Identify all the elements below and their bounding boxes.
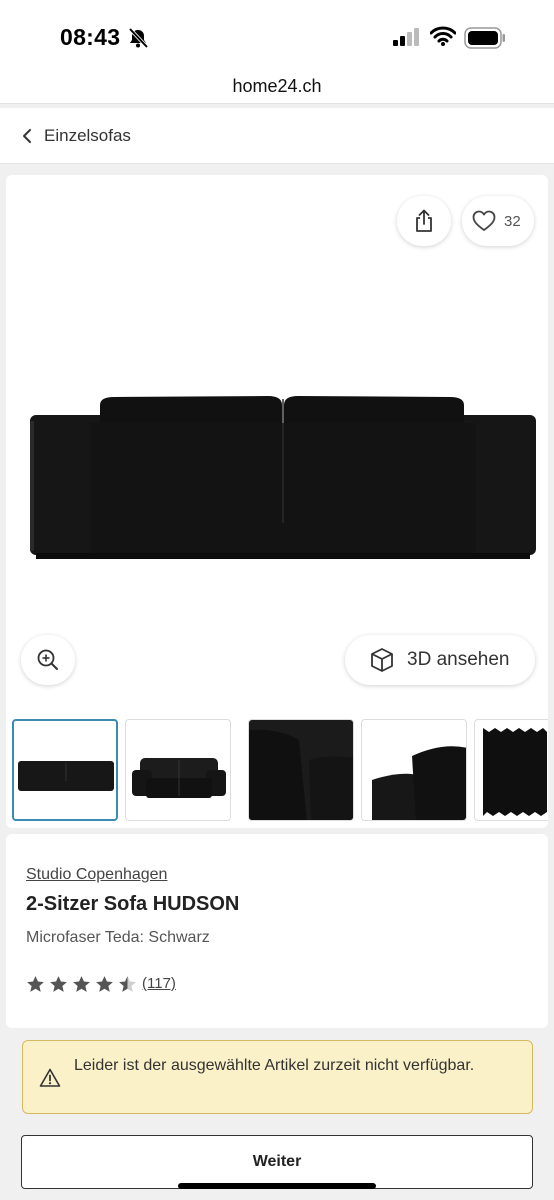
view-3d-button[interactable]: 3D ansehen [345,635,535,685]
breadcrumb-label: Einzelsofas [44,126,131,145]
brand-link[interactable]: Studio Copenhagen [26,866,167,884]
thumbnail-3[interactable] [248,719,354,821]
thumbnail-5[interactable] [474,719,548,821]
thumbnail-4[interactable] [361,719,467,821]
wifi-icon [430,26,456,46]
product-title: 2-Sitzer Sofa HUDSON [26,893,240,915]
browser-url-bar[interactable]: home24.ch [0,70,554,104]
next-button[interactable]: Weiter [21,1135,533,1189]
star-half-icon [119,976,136,992]
heart-icon [472,210,496,231]
alert-text: Leider ist der ausgewählte Artikel zurze… [74,1057,475,1074]
home-indicator [178,1183,376,1189]
cellular-signal-icon [393,28,419,46]
share-icon [416,209,432,232]
bell-slash-icon [128,27,149,49]
warning-icon [39,1068,61,1087]
next-button-label: Weiter [252,1153,302,1170]
zoom-in-icon [37,649,58,670]
status-bar: 08:43 [0,0,554,70]
thumbnail-strip [12,719,548,825]
zoom-button[interactable] [21,635,75,685]
cube-icon [371,648,393,672]
breadcrumb[interactable]: Einzelsofas [0,108,554,164]
product-image [30,396,536,559]
availability-alert: Leider ist der ausgewählte Artikel zurze… [22,1040,533,1114]
product-variant: Microfaser Teda: Schwarz [26,929,210,946]
rating-stars[interactable] [26,975,141,994]
url-text: home24.ch [232,76,322,96]
review-count[interactable]: (117) [142,975,176,992]
battery-icon [464,27,505,49]
thumbnail-1[interactable] [12,719,118,821]
product-gallery: 32 3D ansehen [6,175,548,828]
star-full-icon [96,976,113,992]
product-info-card: Studio Copenhagen 2-Sitzer Sofa HUDSON M… [6,834,548,1028]
chevron-left-icon [23,129,31,143]
star-full-icon [27,976,44,992]
thumbnail-2[interactable] [125,719,231,821]
favorite-count: 32 [504,212,521,230]
status-time: 08:43 [60,24,121,50]
star-full-icon [73,976,90,992]
favorite-button[interactable]: 32 [462,196,534,246]
star-full-icon [50,976,67,992]
view-3d-label: 3D ansehen [407,649,510,670]
share-button[interactable] [397,196,451,246]
